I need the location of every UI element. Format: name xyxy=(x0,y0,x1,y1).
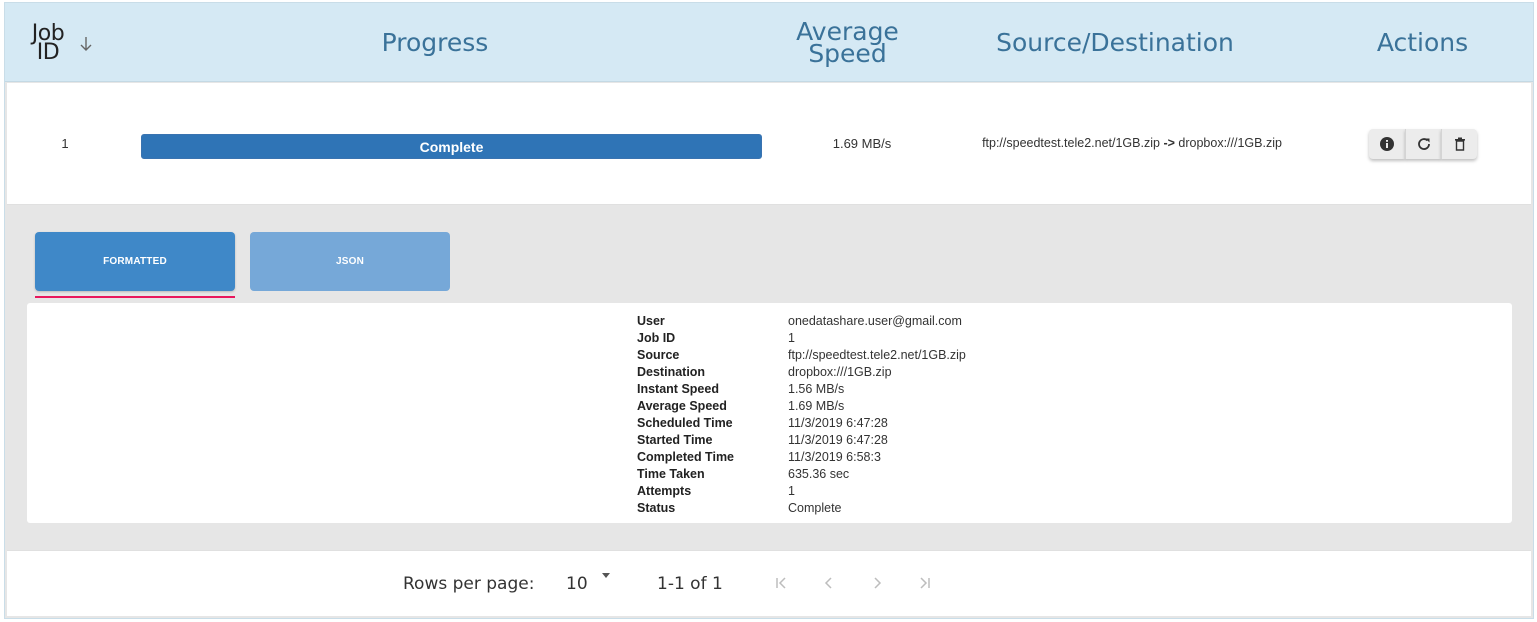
pager-controls xyxy=(757,571,949,595)
tab-formatted[interactable]: FORMATTED xyxy=(35,232,235,291)
detail-value: 1 xyxy=(788,483,795,498)
page-range: 1-1 of 1 xyxy=(657,574,723,594)
column-header-actions: Actions xyxy=(1376,27,1469,57)
progress-label: Complete xyxy=(419,138,484,155)
detail-value: 11/3/2019 6:58:3 xyxy=(788,449,881,464)
column-header-source-destination: Source/Destination xyxy=(996,27,1234,57)
detail-value: 1.69 MB/s xyxy=(788,398,845,413)
detail-value: onedatashare.user@gmail.com xyxy=(788,313,962,328)
detail-label: Job ID xyxy=(637,330,676,345)
detail-value: 1 xyxy=(788,330,795,345)
detail-row: Scheduled Time 11/3/2019 6:47:28 xyxy=(637,414,966,431)
last-page-icon xyxy=(920,577,930,589)
detail-row: Source ftp://speedtest.tele2.net/1GB.zip xyxy=(637,346,966,363)
detail-row: Started Time 11/3/2019 6:47:28 xyxy=(637,431,966,448)
detail-label: Completed Time xyxy=(637,449,735,464)
detail-row: Average Speed 1.69 MB/s xyxy=(637,397,966,414)
row-actions xyxy=(1369,129,1477,159)
delete-button[interactable] xyxy=(1441,129,1477,159)
job-table: Job ID Progress Average Speed Source/Des… xyxy=(4,2,1534,619)
detail-label: Source xyxy=(637,347,680,362)
detail-value: ftp://speedtest.tele2.net/1GB.zip xyxy=(788,347,966,362)
detail-value: 1.56 MB/s xyxy=(788,381,845,396)
detail-value: 635.36 sec xyxy=(788,466,850,481)
tab-json[interactable]: JSON xyxy=(250,232,450,291)
refresh-icon xyxy=(1417,138,1430,150)
detail-label: Attempts xyxy=(637,483,692,498)
first-page-icon xyxy=(776,577,786,589)
detail-label: User xyxy=(637,313,665,328)
rows-per-page-value: 10 xyxy=(566,574,588,594)
table-header: Job ID Progress Average Speed Source/Des… xyxy=(5,3,1533,82)
detail-label: Instant Speed xyxy=(637,381,719,396)
sort-arrow-down-icon[interactable] xyxy=(77,33,95,55)
info-button[interactable] xyxy=(1369,129,1405,159)
detail-row: Completed Time 11/3/2019 6:58:3 xyxy=(637,448,966,465)
detail-label: Average Speed xyxy=(637,398,727,413)
column-header-average-speed: Average Speed xyxy=(796,16,899,68)
previous-page-button[interactable] xyxy=(805,571,853,595)
detail-label: Destination xyxy=(637,364,706,379)
chevron-right-icon xyxy=(874,577,882,589)
active-tab-indicator xyxy=(35,296,235,298)
detail-row: Destination dropbox:///1GB.zip xyxy=(637,363,966,380)
rows-per-page-select[interactable]: 10 xyxy=(562,569,622,599)
destination-path: dropbox:///1GB.zip xyxy=(1178,136,1282,150)
progress-bar: Complete xyxy=(141,134,762,159)
detail-value: dropbox:///1GB.zip xyxy=(788,364,892,379)
detail-value: 11/3/2019 6:47:28 xyxy=(788,432,888,447)
column-header-job-id[interactable]: Job ID xyxy=(23,3,73,82)
source-path: ftp://speedtest.tele2.net/1GB.zip xyxy=(982,136,1160,150)
average-speed-cell: 1.69 MB/s xyxy=(832,136,892,151)
detail-row: Time Taken 635.36 sec xyxy=(637,465,966,482)
detail-label: Started Time xyxy=(637,432,713,447)
delete-icon xyxy=(1454,137,1465,151)
details-list: User onedatashare.user@gmail.com Job ID 1 So… xyxy=(637,312,966,516)
detail-label: Time Taken xyxy=(637,466,705,481)
detail-value: Complete xyxy=(788,500,842,515)
chevron-left-icon xyxy=(824,577,832,589)
table-row[interactable]: 1 Complete 1.69 MB/s ftp://speedtest.tel… xyxy=(7,83,1531,205)
job-id-cell: 1 xyxy=(61,136,69,151)
last-page-button[interactable] xyxy=(901,571,949,595)
rows-per-page-label: Rows per page: xyxy=(403,574,535,594)
restart-button[interactable] xyxy=(1405,129,1441,159)
transfer-arrow: -> xyxy=(1163,136,1175,150)
source-destination-cell: ftp://speedtest.tele2.net/1GB.zip -> dro… xyxy=(927,136,1337,150)
job-details-panel: User onedatashare.user@gmail.com Job ID 1 So… xyxy=(27,303,1512,523)
detail-value: 11/3/2019 6:47:28 xyxy=(788,415,888,430)
table-pagination: Rows per page: 10 1-1 of 1 xyxy=(7,550,1531,616)
next-page-button[interactable] xyxy=(853,571,901,595)
detail-row: Instant Speed 1.56 MB/s xyxy=(637,380,966,397)
info-icon xyxy=(1380,137,1394,151)
caret-down-icon xyxy=(602,573,610,578)
detail-row: Job ID 1 xyxy=(637,329,966,346)
detail-label: Status xyxy=(637,500,676,515)
detail-row: Status Complete xyxy=(637,499,966,516)
first-page-button[interactable] xyxy=(757,571,805,595)
column-header-progress: Progress xyxy=(381,27,489,57)
detail-row: User onedatashare.user@gmail.com xyxy=(637,312,966,329)
detail-label: Scheduled Time xyxy=(637,415,733,430)
detail-row: Attempts 1 xyxy=(637,482,966,499)
